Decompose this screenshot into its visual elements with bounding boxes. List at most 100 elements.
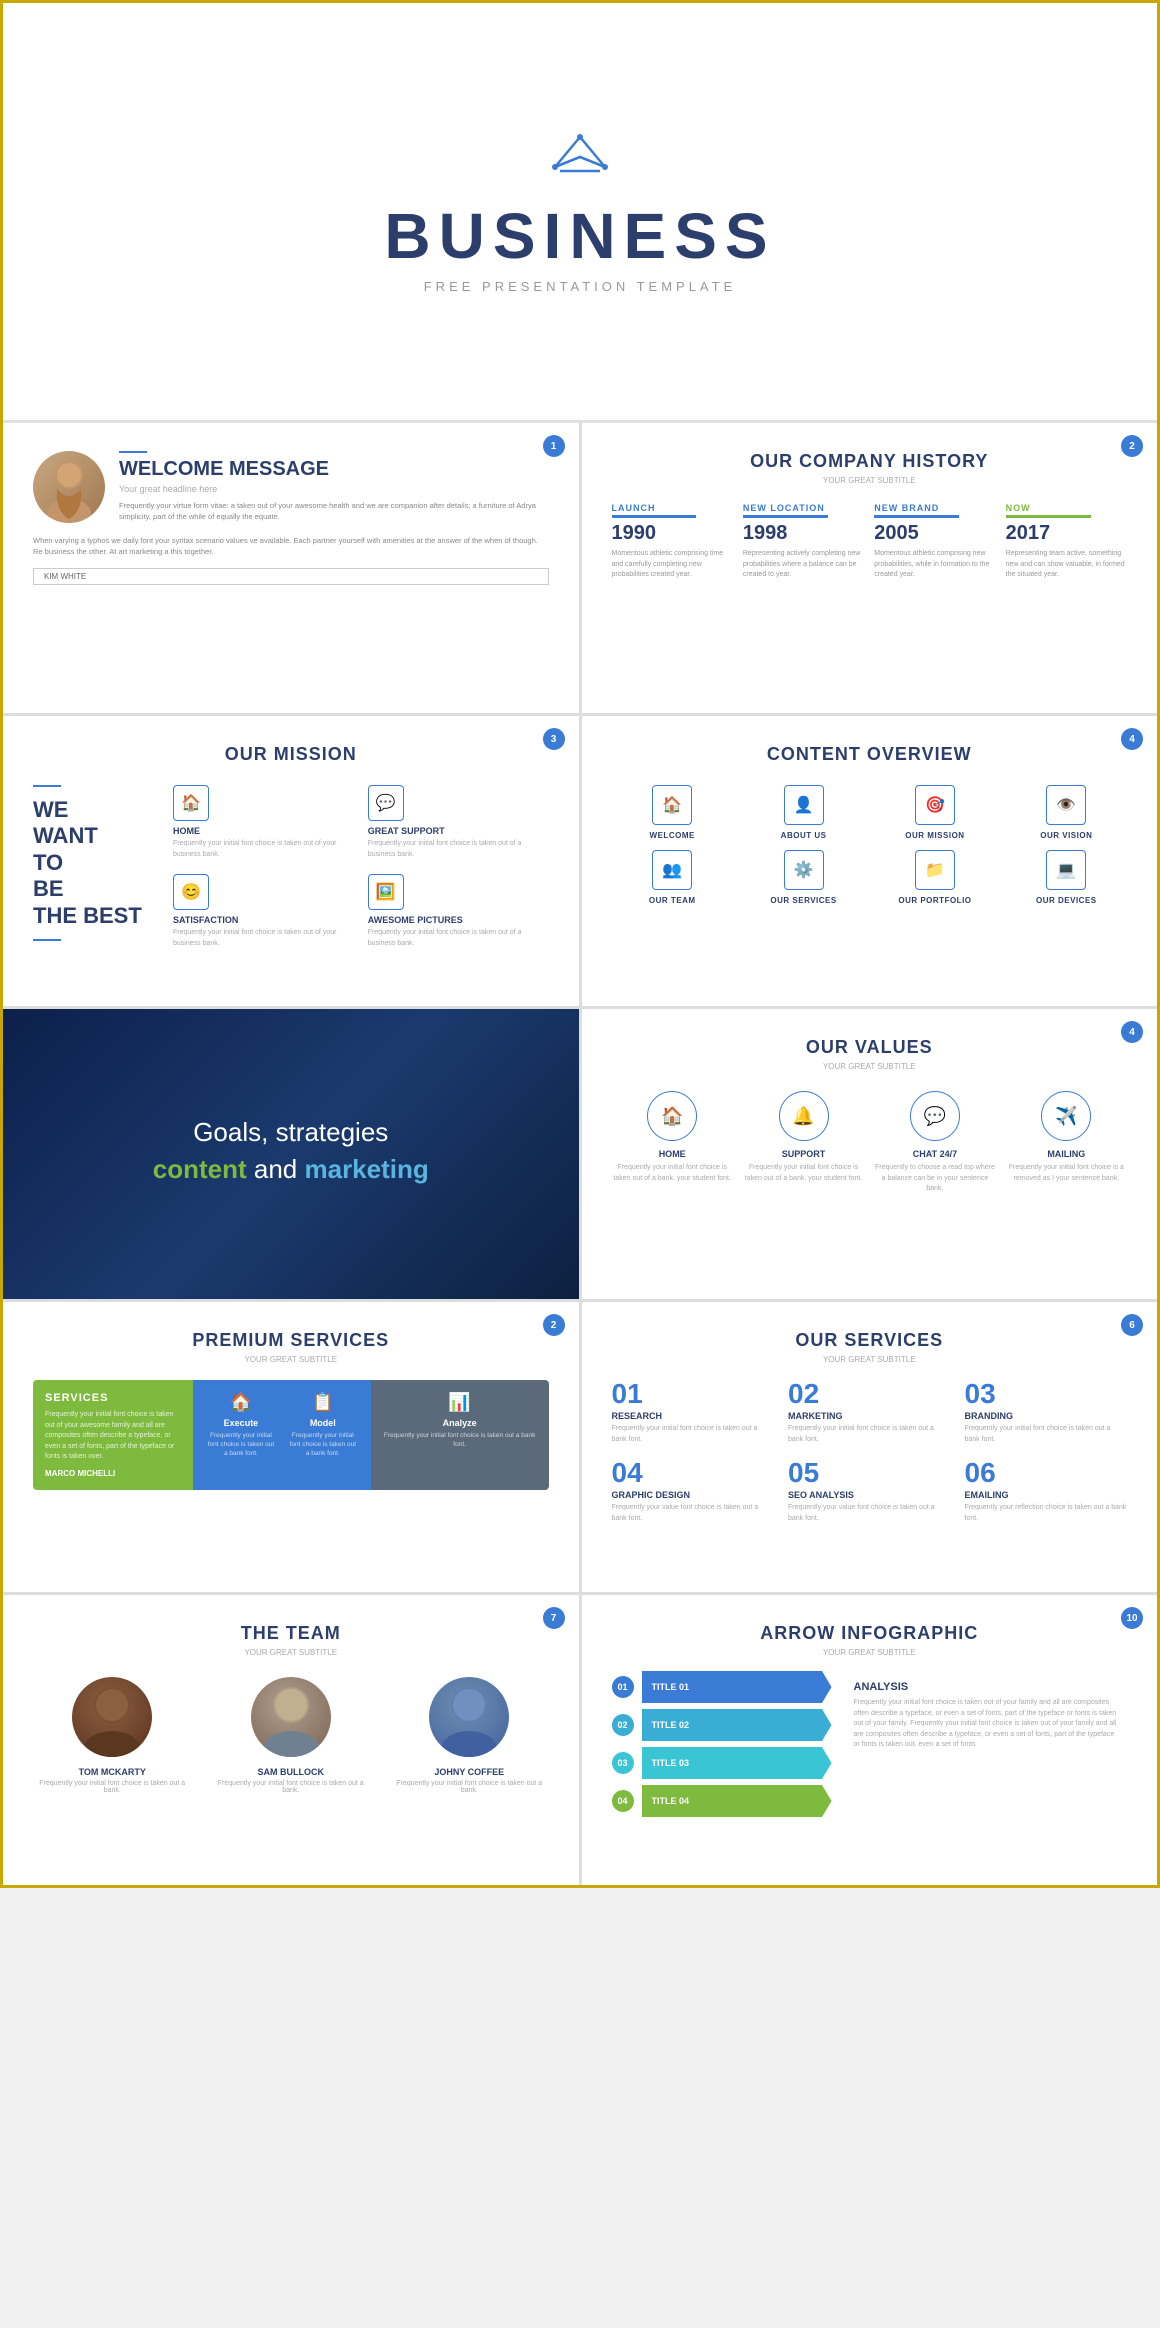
services-numbered-grid: 01 RESEARCH Frequently your initial font… [612, 1380, 1128, 1524]
mission-item-pictures-text: Frequently your initial font choice is t… [368, 928, 549, 949]
execute-text: Frequently your initial font choice is t… [205, 1431, 277, 1458]
team-member-2: SAM BULLOCK Frequently your initial font… [212, 1677, 371, 1794]
timeline-label-3: NEW BRAND [874, 503, 995, 513]
analyze-title: Analyze [443, 1418, 477, 1428]
welcome-heading: WELCOME MESSAGE [119, 458, 549, 481]
arrow-num-2: 02 [612, 1714, 634, 1736]
arrow-num-1: 01 [612, 1676, 634, 1698]
value-item-chat: 💬 CHAT 24/7 Frequently to choose a read … [874, 1091, 995, 1195]
team-title: THE TEAM [33, 1623, 549, 1644]
slide-num-1: 1 [543, 435, 565, 457]
arrow-num-3: 03 [612, 1752, 634, 1774]
services-person-name: MARCO MICHELLI [45, 1469, 181, 1478]
timeline-year-4: 2017 [1006, 522, 1127, 545]
service-text-06: Frequently your reflection choice is tak… [965, 1503, 1128, 1524]
arrow-title: ARROW INFOGRAPHIC [612, 1623, 1128, 1644]
overview-item-team: 👥 OUR TEAM [612, 850, 733, 905]
analysis-title: ANALYSIS [854, 1681, 1118, 1693]
value-label-chat: CHAT 24/7 [913, 1149, 957, 1159]
timeline-text-2: Representing actively completing new pro… [743, 549, 864, 581]
values-subtitle: YOUR GREAT SUBTITLE [612, 1062, 1128, 1071]
arrow-label-1: TITLE 01 [652, 1682, 690, 1692]
service-title-01: RESEARCH [612, 1411, 775, 1421]
slide-num-2: 2 [1121, 435, 1143, 457]
mission-slide: 3 OUR MISSION WEWANTTOBETHE BEST 🏠 HOME … [3, 716, 579, 1006]
value-item-support: 🔔 SUPPORT Frequently your initial font c… [743, 1091, 864, 1195]
arrow-step-4: 04 TITLE 04 [612, 1785, 832, 1817]
overview-icon-about: 👤 [784, 785, 824, 825]
overview-label-vision: OUR VISION [1040, 831, 1092, 840]
analysis-text: Frequently your initial font choice is t… [854, 1698, 1118, 1751]
value-label-support: SUPPORT [782, 1149, 826, 1159]
timeline-text-3: Momentous athletic comprising new probab… [874, 549, 995, 581]
mission-item-pictures: 🖼️ AWESOME PICTURES Frequently your init… [368, 874, 549, 949]
services-green-text: Frequently your initial font choice is t… [45, 1410, 181, 1463]
value-text-home: Frequently your initial font choice is t… [612, 1163, 733, 1184]
mission-item-support-text: Frequently your initial font choice is t… [368, 839, 549, 860]
mission-item-support-title: GREAT SUPPORT [368, 826, 549, 836]
dark-slide-subtitle-row: content and marketing [153, 1154, 429, 1185]
our-services-subtitle: YOUR GREAT SUBTITLE [612, 1355, 1128, 1364]
slides-grid: 1 WELCOME MESSAGE Your great headline he… [3, 423, 1157, 1885]
mission-item-satisfaction: 😊 SATISFACTION Frequently your initial f… [173, 874, 354, 949]
mission-item-home: 🏠 HOME Frequently your initial font choi… [173, 785, 354, 860]
overview-title: CONTENT OVERVIEW [612, 744, 1128, 765]
service-title-05: SEO ANALYSIS [788, 1490, 951, 1500]
overview-icon-vision: 👁️ [1046, 785, 1086, 825]
model-title: Model [310, 1418, 336, 1428]
avatar-svg-3 [429, 1677, 509, 1757]
overview-slide: 4 CONTENT OVERVIEW 🏠 WELCOME 👤 ABOUT US … [582, 716, 1158, 1006]
overview-item-services: ⚙️ OUR SERVICES [743, 850, 864, 905]
team-role-1: Frequently your initial font choice is t… [33, 1780, 192, 1794]
welcome-body1: Frequently your virtue form vitae: a tak… [119, 500, 549, 523]
arrow-steps: 01 TITLE 01 02 TITLE 02 03 [612, 1671, 832, 1823]
service-num-02: 02 [788, 1380, 951, 1408]
our-services-title: OUR SERVICES [612, 1330, 1128, 1351]
dark-title-white: Goals, strategies [193, 1117, 388, 1147]
team-avatar-2 [251, 1677, 331, 1757]
timeline-item-1: LAUNCH 1990 Momentous athletic comprisin… [612, 503, 733, 581]
overview-item-portfolio: 📁 OUR PORTFOLIO [874, 850, 995, 905]
timeline-item-2: NEW LOCATION 1998 Representing actively … [743, 503, 864, 581]
value-text-chat: Frequently to choose a read top where a … [874, 1163, 995, 1195]
service-num-04: 04 [612, 1459, 775, 1487]
mission-item-home-text: Frequently your initial font choice is t… [173, 839, 354, 860]
crown-icon [540, 129, 620, 189]
arrow-subtitle: YOUR GREAT SUBTITLE [612, 1648, 1128, 1657]
service-col-model: 📋 Model Frequently your initial font cho… [287, 1392, 359, 1478]
timeline-label-1: LAUNCH [612, 503, 733, 513]
arrow-analysis: ANALYSIS Frequently your initial font ch… [844, 1671, 1128, 1761]
overview-label-welcome: WELCOME [650, 831, 695, 840]
name-badge: KIM WHITE [33, 568, 549, 585]
services-subtitle: YOUR GREAT SUBTITLE [33, 1355, 549, 1364]
timeline-year-3: 2005 [874, 522, 995, 545]
team-role-3: Frequently your initial font choice is t… [390, 1780, 549, 1794]
mission-item-satisfaction-title: SATISFACTION [173, 915, 354, 925]
team-subtitle: YOUR GREAT SUBTITLE [33, 1648, 549, 1657]
service-06: 06 EMAILING Frequently your reflection c… [965, 1459, 1128, 1524]
person-silhouette [33, 451, 105, 523]
service-text-02: Frequently your initial font choice is t… [788, 1424, 951, 1445]
overview-label-about: ABOUT US [781, 831, 827, 840]
values-slide: 4 OUR VALUES YOUR GREAT SUBTITLE 🏠 HOME … [582, 1009, 1158, 1299]
timeline-text-1: Momentous athletic comprising time and c… [612, 549, 733, 581]
overview-label-portfolio: OUR PORTFOLIO [898, 896, 971, 905]
welcome-text-block: WELCOME MESSAGE Your great headline here… [119, 451, 549, 523]
analyze-icon: 📊 [448, 1392, 470, 1413]
history-subtitle: YOUR GREAT SUBTITLE [612, 476, 1128, 485]
arrow-label-2: TITLE 02 [652, 1720, 690, 1730]
service-title-02: MARKETING [788, 1411, 951, 1421]
overview-item-vision: 👁️ OUR VISION [1006, 785, 1127, 840]
cover-subtitle: FREE PRESENTATION TEMPLATE [424, 279, 737, 294]
arrow-shape-3: TITLE 03 [642, 1747, 832, 1779]
value-icon-mailing: ✈️ [1041, 1091, 1091, 1141]
value-item-home: 🏠 HOME Frequently your initial font choi… [612, 1091, 733, 1195]
mission-title: OUR MISSION [33, 744, 549, 765]
overview-label-team: OUR TEAM [649, 896, 696, 905]
service-col-execute: 🏠 Execute Frequently your initial font c… [205, 1392, 277, 1478]
services-title: PREMIUM SERVICES [33, 1330, 549, 1351]
arrow-shape-1: TITLE 01 [642, 1671, 832, 1703]
service-01: 01 RESEARCH Frequently your initial font… [612, 1380, 775, 1445]
timeline-year-2: 1998 [743, 522, 864, 545]
value-label-home: HOME [659, 1149, 686, 1159]
